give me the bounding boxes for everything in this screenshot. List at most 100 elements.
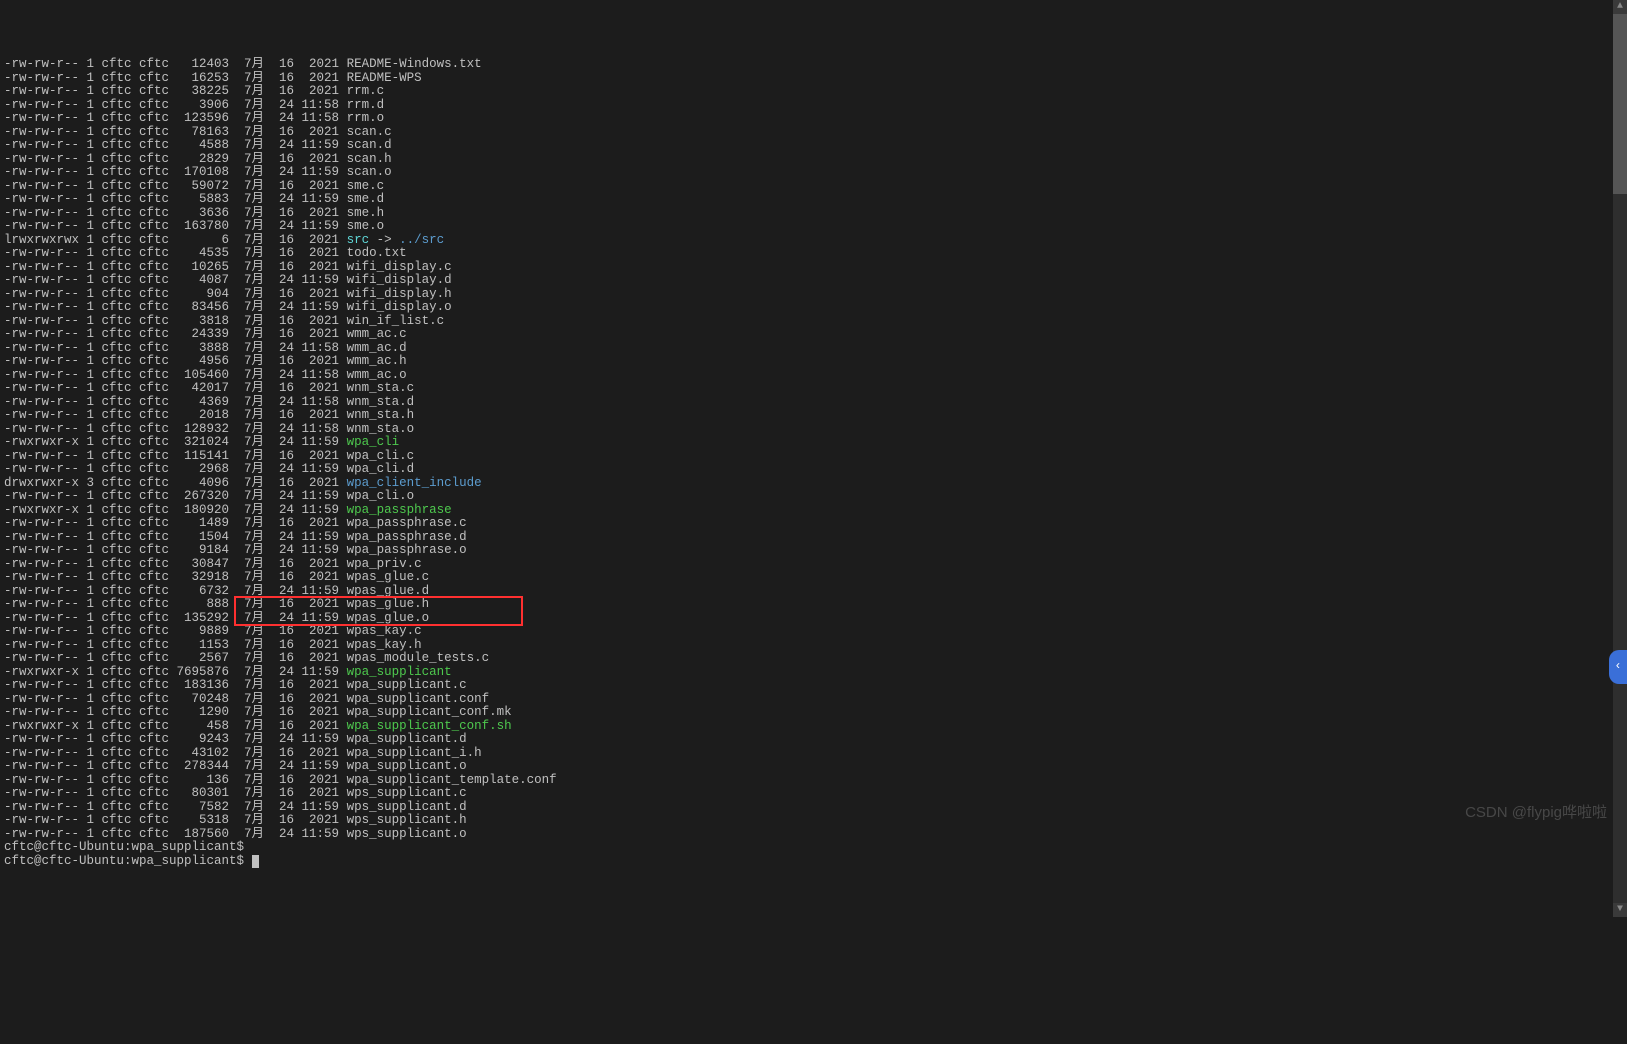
file-name: wps_supplicant.h [347,813,467,827]
scroll-up-button[interactable]: ▲ [1613,0,1627,14]
file-name: wpa_supplicant_conf.sh [347,719,512,733]
file-name: wpas_glue.c [347,570,430,584]
file-name: wmm_ac.o [347,368,407,382]
file-name: wpa_supplicant.d [347,732,467,746]
ls-row: -rw-rw-r-- 1 cftc cftc 128932 7月 24 11:5… [4,423,1623,437]
ls-row: -rw-rw-r-- 1 cftc cftc 4535 7月 16 2021 t… [4,247,1623,261]
file-name: wpa_passphrase.o [347,543,467,557]
ls-row: -rw-rw-r-- 1 cftc cftc 135292 7月 24 11:5… [4,612,1623,626]
prompt-line[interactable]: cftc@cftc-Ubuntu:wpa_supplicant$ [4,855,1623,869]
ls-row: -rw-rw-r-- 1 cftc cftc 10265 7月 16 2021 … [4,261,1623,275]
file-name: README-Windows.txt [347,57,482,71]
file-name: wifi_display.o [347,300,452,314]
scroll-down-button[interactable]: ▼ [1613,903,1627,917]
ls-row: -rw-rw-r-- 1 cftc cftc 78163 7月 16 2021 … [4,126,1623,140]
ls-row: -rw-rw-r-- 1 cftc cftc 904 7月 16 2021 wi… [4,288,1623,302]
file-name: wifi_display.c [347,260,452,274]
ls-row: -rw-rw-r-- 1 cftc cftc 5318 7月 16 2021 w… [4,814,1623,828]
ls-row: -rw-rw-r-- 1 cftc cftc 12403 7月 16 2021 … [4,58,1623,72]
file-name: wpa_cli.d [347,462,415,476]
file-name: wifi_display.h [347,287,452,301]
ls-row: -rw-rw-r-- 1 cftc cftc 7582 7月 24 11:59 … [4,801,1623,815]
ls-row: -rw-rw-r-- 1 cftc cftc 32918 7月 16 2021 … [4,571,1623,585]
file-name: scan.o [347,165,392,179]
file-name: wpa_passphrase.c [347,516,467,530]
file-name: wnm_sta.d [347,395,415,409]
file-name: wpa_cli.c [347,449,415,463]
ls-row: -rw-rw-r-- 1 cftc cftc 3888 7月 24 11:58 … [4,342,1623,356]
file-name: wpa_cli.o [347,489,415,503]
file-name: src [347,233,370,247]
file-name: wpa_supplicant.c [347,678,467,692]
file-name: wpa_passphrase [347,503,452,517]
file-name: wmm_ac.d [347,341,407,355]
ls-row: -rw-rw-r-- 1 cftc cftc 80301 7月 16 2021 … [4,787,1623,801]
ls-row: -rw-rw-r-- 1 cftc cftc 70248 7月 16 2021 … [4,693,1623,707]
ls-row: -rw-rw-r-- 1 cftc cftc 9243 7月 24 11:59 … [4,733,1623,747]
file-name: wpa_priv.c [347,557,422,571]
ls-row: -rwxrwxr-x 1 cftc cftc 7695876 7月 24 11:… [4,666,1623,680]
file-name: README-WPS [347,71,422,85]
file-name: rrm.o [347,111,385,125]
ls-row: -rw-rw-r-- 1 cftc cftc 9889 7月 16 2021 w… [4,625,1623,639]
file-name: wpas_kay.h [347,638,422,652]
ls-row: -rw-rw-r-- 1 cftc cftc 267320 7月 24 11:5… [4,490,1623,504]
ls-row: -rw-rw-r-- 1 cftc cftc 2968 7月 24 11:59 … [4,463,1623,477]
ls-row: -rw-rw-r-- 1 cftc cftc 3818 7月 16 2021 w… [4,315,1623,329]
ls-row: -rw-rw-r-- 1 cftc cftc 83456 7月 24 11:59… [4,301,1623,315]
file-name: wps_supplicant.c [347,786,467,800]
file-name: wpa_client_include [347,476,482,490]
ls-row: -rw-rw-r-- 1 cftc cftc 170108 7月 24 11:5… [4,166,1623,180]
ls-row: -rw-rw-r-- 1 cftc cftc 2829 7月 16 2021 s… [4,153,1623,167]
ls-row: drwxrwxr-x 3 cftc cftc 4096 7月 16 2021 w… [4,477,1623,491]
ls-row: -rw-rw-r-- 1 cftc cftc 163780 7月 24 11:5… [4,220,1623,234]
file-name: wpa_supplicant.conf [347,692,490,706]
ls-row: -rw-rw-r-- 1 cftc cftc 1290 7月 16 2021 w… [4,706,1623,720]
file-name: wpa_supplicant.o [347,759,467,773]
ls-row: -rw-rw-r-- 1 cftc cftc 105460 7月 24 11:5… [4,369,1623,383]
file-name: todo.txt [347,246,407,260]
ls-row: -rwxrwxr-x 1 cftc cftc 458 7月 16 2021 wp… [4,720,1623,734]
file-name: sme.h [347,206,385,220]
ls-row: -rw-rw-r-- 1 cftc cftc 136 7月 16 2021 wp… [4,774,1623,788]
ls-row: -rw-rw-r-- 1 cftc cftc 1153 7月 16 2021 w… [4,639,1623,653]
ls-row: -rw-rw-r-- 1 cftc cftc 187560 7月 24 11:5… [4,828,1623,842]
file-name: wpas_glue.d [347,584,430,598]
scrollbar-thumb[interactable] [1613,14,1627,194]
file-name: scan.h [347,152,392,166]
file-name: sme.c [347,179,385,193]
file-name: wpa_passphrase.d [347,530,467,544]
file-name: wpas_glue.h [347,597,430,611]
ls-row: -rw-rw-r-- 1 cftc cftc 3636 7月 16 2021 s… [4,207,1623,221]
file-name: sme.o [347,219,385,233]
file-name: wifi_display.d [347,273,452,287]
ls-row: -rw-rw-r-- 1 cftc cftc 278344 7月 24 11:5… [4,760,1623,774]
file-name: wnm_sta.h [347,408,415,422]
ls-row: -rw-rw-r-- 1 cftc cftc 4087 7月 24 11:59 … [4,274,1623,288]
file-name: wps_supplicant.d [347,800,467,814]
file-name: wpas_kay.c [347,624,422,638]
file-name: wpa_supplicant [347,665,452,679]
file-name: scan.d [347,138,392,152]
ls-row: -rw-rw-r-- 1 cftc cftc 1504 7月 24 11:59 … [4,531,1623,545]
ls-row: -rw-rw-r-- 1 cftc cftc 3906 7月 24 11:58 … [4,99,1623,113]
ls-row: -rw-rw-r-- 1 cftc cftc 2567 7月 16 2021 w… [4,652,1623,666]
terminal-output[interactable]: -rw-rw-r-- 1 cftc cftc 12403 7月 16 2021 … [0,54,1627,868]
file-name: wpa_supplicant_template.conf [347,773,557,787]
ls-row: -rw-rw-r-- 1 cftc cftc 4588 7月 24 11:59 … [4,139,1623,153]
side-collapse-tab[interactable]: ‹ [1609,650,1627,684]
ls-row: lrwxrwxrwx 1 cftc cftc 6 7月 16 2021 src … [4,234,1623,248]
file-name: wpa_cli [347,435,400,449]
file-name: wps_supplicant.o [347,827,467,841]
ls-row: -rw-rw-r-- 1 cftc cftc 59072 7月 16 2021 … [4,180,1623,194]
ls-row: -rw-rw-r-- 1 cftc cftc 16253 7月 16 2021 … [4,72,1623,86]
file-name: wnm_sta.o [347,422,415,436]
ls-row: -rw-rw-r-- 1 cftc cftc 4956 7月 16 2021 w… [4,355,1623,369]
file-name: rrm.d [347,98,385,112]
ls-row: -rw-rw-r-- 1 cftc cftc 9184 7月 24 11:59 … [4,544,1623,558]
file-name: wpa_supplicant_i.h [347,746,482,760]
file-name: wnm_sta.c [347,381,415,395]
scrollbar[interactable]: ▲ ▼ [1613,0,1627,917]
ls-row: -rw-rw-r-- 1 cftc cftc 5883 7月 24 11:59 … [4,193,1623,207]
file-name: rrm.c [347,84,385,98]
